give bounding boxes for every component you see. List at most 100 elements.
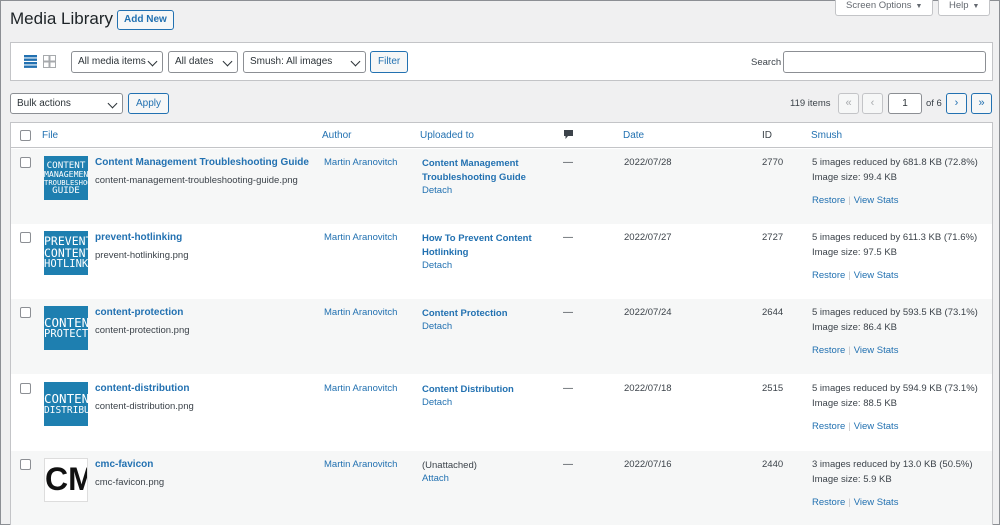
media-id: 2727 [762,232,784,243]
separator: | [848,270,851,281]
row-checkbox[interactable] [20,307,31,318]
uploaded-to-line2: Hotlinking [422,247,469,258]
media-filename: prevent-hotlinking.png [95,250,189,261]
media-thumbnail[interactable]: CONTENTDISTRIBUTION [44,382,88,426]
column-file[interactable]: File [42,130,58,141]
apply-button[interactable]: Apply [128,93,170,114]
last-page-button[interactable]: » [971,93,992,114]
smush-actions: Restore | View Stats [812,421,898,432]
column-date[interactable]: Date [623,130,644,141]
restore-link[interactable]: Restore [812,497,845,508]
uploaded-to-link[interactable]: Content Management Troubleshooting Guide [422,157,552,185]
restore-link[interactable]: Restore [812,270,845,281]
date-select[interactable]: All dates [168,51,238,73]
comments-count: — [563,383,573,394]
smush-summary: 5 images reduced by 594.9 KB (73.1%) [812,383,978,394]
row-checkbox[interactable] [20,459,31,470]
thumbnail-text: CONTENT [44,391,88,406]
view-stats-link[interactable]: View Stats [854,270,899,281]
chevron-down-icon [107,98,118,109]
column-author[interactable]: Author [322,130,351,141]
prev-page-button[interactable]: ‹ [862,93,883,114]
media-title-link[interactable]: content-distribution [95,383,189,394]
chevron-down-icon [350,56,361,67]
uploaded-to-link[interactable]: Content Protection [422,307,552,321]
column-smush[interactable]: Smush [811,130,842,141]
detach-link[interactable]: Detach [422,321,452,332]
uploaded-to-line1: How To Prevent Content [422,233,532,244]
media-type-select[interactable]: All media items [71,51,163,73]
row-checkbox[interactable] [20,383,31,394]
separator: | [848,195,851,206]
search-input[interactable] [783,51,986,73]
detach-link[interactable]: Detach [422,185,452,196]
row-checkbox[interactable] [20,232,31,243]
author-link[interactable]: Martin Aranovitch [324,157,397,168]
caret-down-icon: ▼ [915,3,923,10]
comment-bubble-icon[interactable] [563,129,574,140]
select-all-checkbox[interactable] [20,130,31,141]
media-title-link[interactable]: cmc-favicon [95,459,153,470]
media-filename: content-distribution.png [95,401,194,412]
media-thumbnail[interactable]: CONTENTPROTECTION [44,306,88,350]
view-stats-link[interactable]: View Stats [854,195,899,206]
screen-options-tab[interactable]: Screen Options ▼ [835,0,934,16]
search-label: Search [751,57,782,68]
media-thumbnail[interactable]: CMC [44,458,88,502]
table-row: CONTENTPROTECTION content-protection con… [11,299,992,374]
attach-link[interactable]: Attach [422,473,449,484]
smush-actions: Restore | View Stats [812,497,898,508]
upload-date: 2022/07/28 [624,157,672,168]
media-title-link[interactable]: prevent-hotlinking [95,232,182,243]
restore-link[interactable]: Restore [812,345,845,356]
image-size: Image size: 88.5 KB [812,398,898,409]
table-row: PREVENTCONTENTHOTLINKING prevent-hotlink… [11,224,992,299]
grid-view-icon[interactable] [43,55,56,68]
media-thumbnail[interactable]: PREVENTCONTENTHOTLINKING [44,231,88,275]
author-link[interactable]: Martin Aranovitch [324,232,397,243]
smush-actions: Restore | View Stats [812,195,898,206]
add-new-button[interactable]: Add New [117,10,174,30]
media-thumbnail[interactable]: CONTENTMANAGEMENTTROUBLESHOOTINGGUIDE [44,156,88,200]
column-uploaded-to[interactable]: Uploaded to [420,130,474,141]
author-link[interactable]: Martin Aranovitch [324,307,397,318]
uploaded-to-link[interactable]: Content Distribution [422,383,552,397]
author-link[interactable]: Martin Aranovitch [324,459,397,470]
help-tab[interactable]: Help ▼ [938,0,991,16]
separator: | [848,497,851,508]
row-checkbox[interactable] [20,157,31,168]
uploaded-to-link[interactable]: How To Prevent Content Hotlinking [422,232,552,260]
smush-value: Smush: All images [250,56,333,67]
media-id: 2440 [762,459,784,470]
help-label: Help [949,0,969,11]
media-title-link[interactable]: content-protection [95,307,183,318]
current-page-input[interactable]: 1 [888,93,922,114]
date-value: All dates [175,56,214,67]
bulk-actions-value: Bulk actions [17,98,71,109]
detach-link[interactable]: Detach [422,260,452,271]
first-page-button[interactable]: « [838,93,859,114]
filter-button[interactable]: Filter [370,51,409,73]
smush-actions: Restore | View Stats [812,345,898,356]
smush-summary: 5 images reduced by 611.3 KB (71.6%) [812,232,978,243]
uploaded-to-link: (Unattached) [422,459,552,473]
restore-link[interactable]: Restore [812,195,845,206]
view-stats-link[interactable]: View Stats [854,345,899,356]
thumbnail-text: CMC [45,461,87,497]
view-stats-link[interactable]: View Stats [854,497,899,508]
list-view-icon[interactable] [24,55,37,68]
restore-link[interactable]: Restore [812,421,845,432]
smush-select[interactable]: Smush: All images [243,51,366,73]
media-filename: content-management-troubleshooting-guide… [95,175,298,186]
bulk-actions-select[interactable]: Bulk actions [10,93,123,114]
upload-date: 2022/07/27 [624,232,672,243]
view-stats-link[interactable]: View Stats [854,421,899,432]
detach-link[interactable]: Detach [422,397,452,408]
total-pages: of 6 [926,98,942,109]
image-size: Image size: 5.9 KB [812,474,892,485]
media-title-link[interactable]: Content Management Troubleshooting Guide [95,157,309,168]
smush-actions: Restore | View Stats [812,270,898,281]
thumbnail-text: PROTECTION [44,328,88,340]
author-link[interactable]: Martin Aranovitch [324,383,397,394]
next-page-button[interactable]: › [946,93,967,114]
